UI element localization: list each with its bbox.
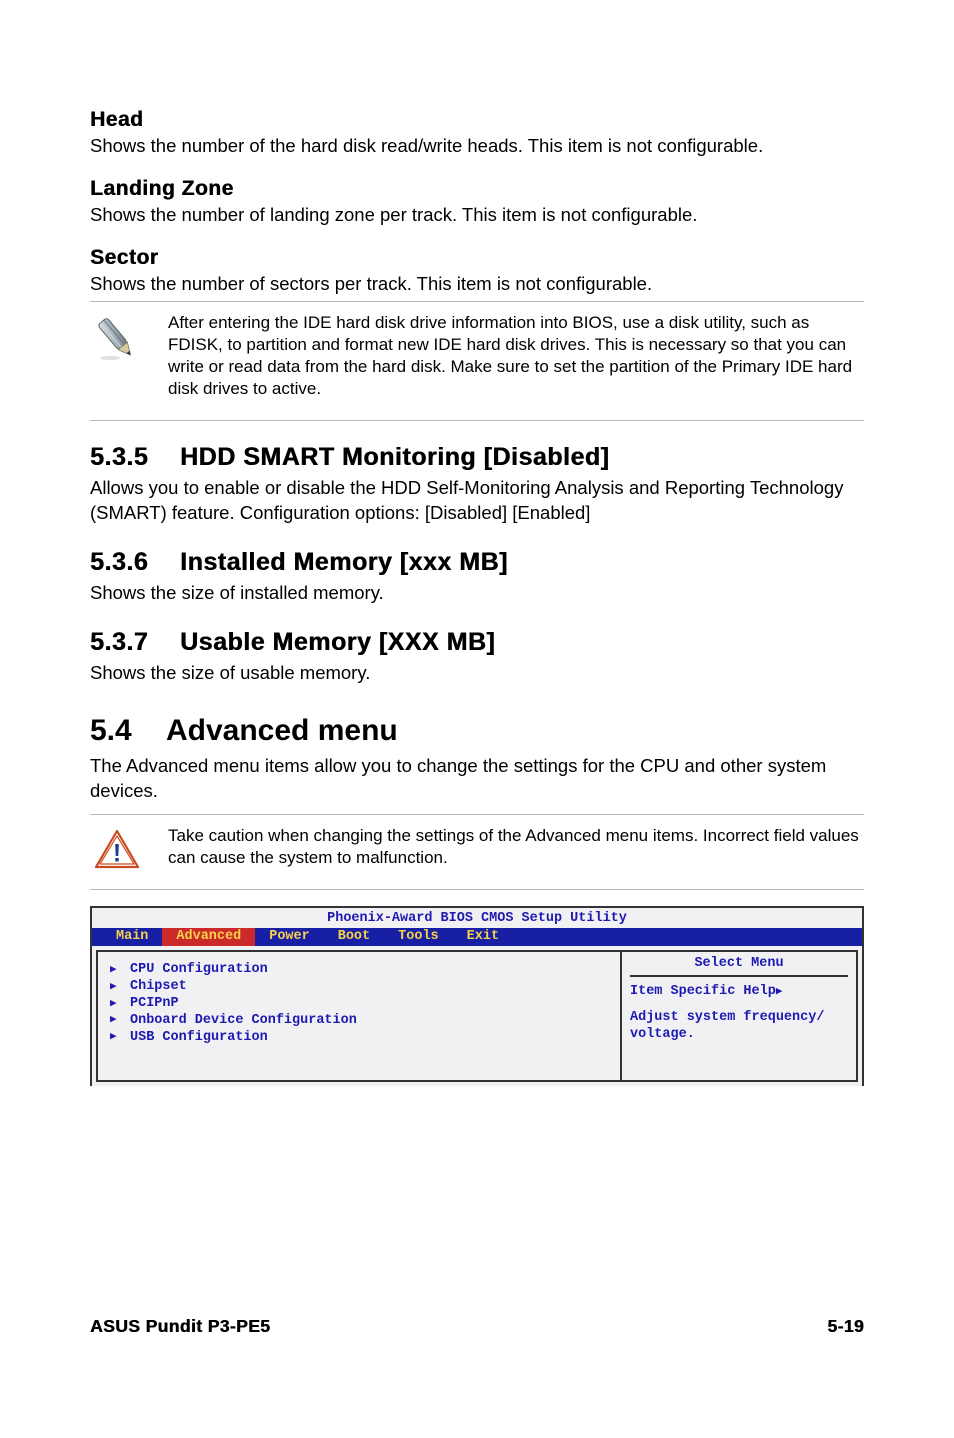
bios-menu-item[interactable]: ▶ Chipset xyxy=(110,979,608,996)
divider xyxy=(90,889,864,890)
section-536-heading: 5.3.6Installed Memory [xxx MB] xyxy=(90,548,864,577)
page-footer: ASUS Pundit P3-PE5 5-19 xyxy=(0,1316,954,1417)
divider xyxy=(90,301,864,302)
bios-tab[interactable]: Boot xyxy=(324,928,384,946)
bios-tab[interactable]: Main xyxy=(102,928,162,946)
bios-menu-item-label: CPU Configuration xyxy=(130,962,268,979)
bios-menu-item-label: PCIPnP xyxy=(130,996,179,1013)
bios-screenshot: Phoenix-Award BIOS CMOS Setup Utility Ma… xyxy=(90,906,864,1086)
bios-left-panel: ▶ CPU Configuration ▶ Chipset ▶ PCIPnP ▶ Onboar… xyxy=(96,950,620,1082)
bios-menu-item[interactable]: ▶ PCIPnP xyxy=(110,996,608,1013)
section-sector-body: Shows the number of sectors per track. T… xyxy=(90,272,864,297)
section-537-num: 5.3.7 xyxy=(90,628,180,657)
section-537-title: Usable Memory [XXX MB] xyxy=(180,628,495,656)
section-head-title: Head xyxy=(90,108,864,132)
right-arrow-icon: ▶ xyxy=(110,964,120,978)
footer-product-name: ASUS Pundit P3-PE5 xyxy=(90,1316,270,1337)
bios-title: Phoenix-Award BIOS CMOS Setup Utility xyxy=(92,908,862,928)
right-arrow-icon: ▶ xyxy=(110,998,120,1012)
right-arrow-icon: ▶ xyxy=(776,986,783,998)
section-54-title: Advanced menu xyxy=(166,714,398,747)
bios-help-line: Adjust system frequency/ xyxy=(630,1009,848,1027)
note-pencil-block: After entering the IDE hard disk drive i… xyxy=(90,306,864,410)
bios-tab[interactable]: Advanced xyxy=(162,928,255,946)
section-536-num: 5.3.6 xyxy=(90,548,180,577)
section-536-title: Installed Memory [xxx MB] xyxy=(180,548,508,576)
bios-menubar: MainAdvancedPowerBootToolsExit xyxy=(92,928,862,946)
section-54-body: The Advanced menu items allow you to cha… xyxy=(90,754,864,804)
right-arrow-icon: ▶ xyxy=(110,1014,120,1028)
right-arrow-icon: ▶ xyxy=(110,1031,120,1045)
bios-tab[interactable]: Power xyxy=(255,928,324,946)
note-caution-text: Take caution when changing the settings … xyxy=(168,825,864,869)
bios-help-title: Select Menu xyxy=(630,956,848,977)
section-535-num: 5.3.5 xyxy=(90,443,180,472)
bios-menu-item-label: Onboard Device Configuration xyxy=(130,1013,357,1030)
bios-tab[interactable]: Tools xyxy=(384,928,453,946)
section-536-body: Shows the size of installed memory. xyxy=(90,581,864,606)
bios-help-line: voltage. xyxy=(630,1026,848,1044)
section-535-heading: 5.3.5HDD SMART Monitoring [Disabled] xyxy=(90,443,864,472)
bios-right-panel: Select Menu Item Specific Help▶ Adjust s… xyxy=(620,950,858,1082)
section-landing-zone-title: Landing Zone xyxy=(90,177,864,201)
section-54-heading: 5.4Advanced menu xyxy=(90,714,864,748)
section-537-heading: 5.3.7Usable Memory [XXX MB] xyxy=(90,628,864,657)
section-head-body: Shows the number of the hard disk read/w… xyxy=(90,134,864,159)
bios-tab[interactable]: Exit xyxy=(453,928,513,946)
section-535-title: HDD SMART Monitoring [Disabled] xyxy=(180,443,609,471)
section-landing-zone-body: Shows the number of landing zone per tra… xyxy=(90,203,864,228)
section-sector-title: Sector xyxy=(90,246,864,270)
note-caution-block: Take caution when changing the settings … xyxy=(90,819,864,879)
footer-page-number: 5-19 xyxy=(827,1316,864,1337)
bios-menu-item-label: USB Configuration xyxy=(130,1030,268,1047)
bios-menu-item[interactable]: ▶ Onboard Device Configuration xyxy=(110,1013,608,1030)
section-537-body: Shows the size of usable memory. xyxy=(90,661,864,686)
caution-icon xyxy=(90,825,144,869)
bios-menu-item[interactable]: ▶ CPU Configuration xyxy=(110,962,608,979)
section-54-num: 5.4 xyxy=(90,714,166,748)
right-arrow-icon: ▶ xyxy=(110,981,120,995)
divider xyxy=(90,814,864,815)
pencil-icon xyxy=(90,312,144,362)
bios-menu-item-label: Chipset xyxy=(130,979,187,996)
bios-help-line: Item Specific Help▶ xyxy=(630,983,848,1001)
note-pencil-text: After entering the IDE hard disk drive i… xyxy=(168,312,864,400)
bios-menu-item[interactable]: ▶ USB Configuration xyxy=(110,1030,608,1047)
divider xyxy=(90,420,864,421)
section-535-body: Allows you to enable or disable the HDD … xyxy=(90,476,864,526)
